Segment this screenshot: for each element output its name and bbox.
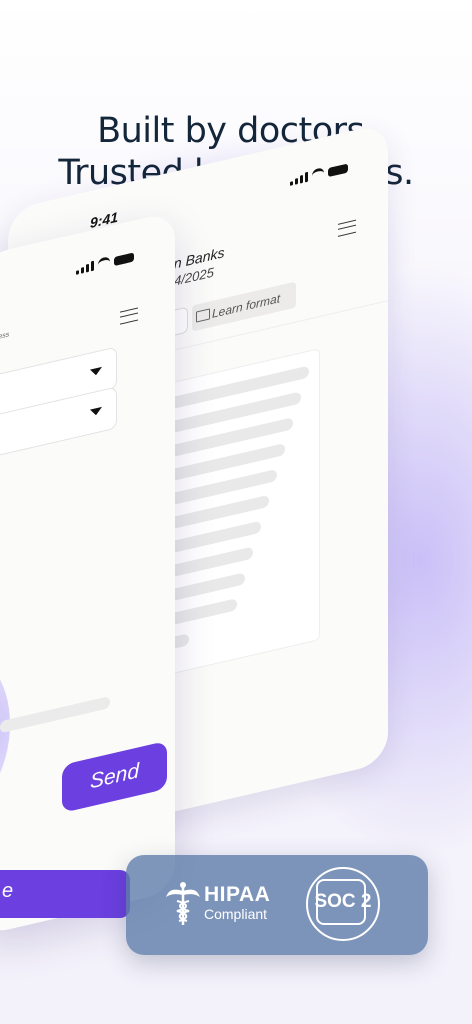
primary-action-button[interactable]: e — [0, 870, 130, 918]
hipaa-title: HIPAA — [204, 883, 271, 906]
skeleton-line — [0, 695, 110, 734]
menu-icon[interactable] — [338, 219, 356, 237]
headline-line-1: Built by doctors. — [97, 111, 375, 151]
caduceus-icon — [166, 882, 200, 925]
signal-icon — [76, 260, 94, 275]
compliance-badge: HIPAA Compliant SOC 2 — [126, 855, 428, 955]
wifi-icon — [312, 167, 324, 182]
status-icons — [76, 250, 134, 275]
caret-down-icon — [90, 366, 102, 377]
wifi-icon — [98, 255, 110, 271]
caret-down-icon — [90, 406, 102, 417]
battery-icon — [328, 163, 348, 177]
battery-icon — [114, 251, 134, 266]
front-phone-mockup: ress — [0, 210, 175, 936]
soc2-label: SOC 2 — [314, 891, 372, 912]
book-icon — [196, 308, 210, 323]
hipaa-subtitle: Compliant — [204, 906, 268, 922]
learn-format-label: Learn format — [212, 291, 281, 321]
menu-icon[interactable] — [120, 307, 138, 325]
hint-text: ress — [0, 331, 10, 342]
soc2-seal: SOC 2 — [306, 867, 380, 941]
status-icons — [290, 162, 348, 187]
signal-icon — [290, 171, 308, 186]
recording-orb[interactable] — [0, 639, 10, 837]
